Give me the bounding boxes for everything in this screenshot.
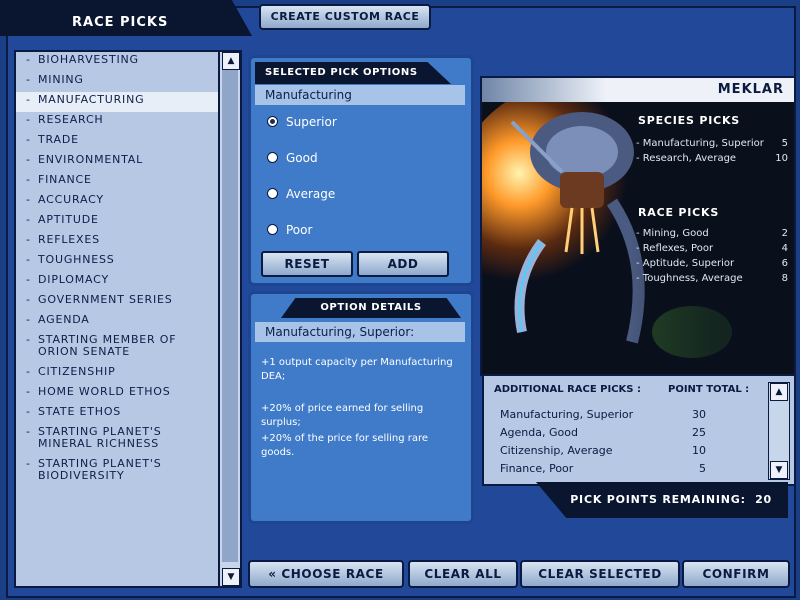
table-row[interactable]: Manufacturing, Superior 30	[500, 408, 706, 421]
list-item[interactable]: DIPLOMACY	[16, 272, 218, 292]
race-pick-value: 4	[781, 243, 788, 254]
option-details-title: Manufacturing, Superior:	[255, 322, 465, 342]
clear-selected-button[interactable]: CLEAR SELECTED	[520, 560, 680, 588]
race-pick-label: - Mining, Good	[636, 228, 709, 239]
remaining-label: PICK POINTS REMAINING:	[570, 493, 746, 506]
race-picks-list: BIOHARVESTING MINING MANUFACTURING RESEA…	[14, 50, 242, 588]
race-picks-items: BIOHARVESTING MINING MANUFACTURING RESEA…	[16, 52, 218, 586]
down-arrow-icon[interactable]: ▼	[770, 461, 788, 479]
list-item[interactable]: HOME WORLD ETHOS	[16, 384, 218, 404]
radio-selected-icon	[267, 116, 278, 127]
option-radio-superior[interactable]: Superior	[267, 115, 337, 129]
race-pick-label: - Reflexes, Poor	[636, 243, 714, 254]
species-pick-label: - Research, Average	[636, 153, 737, 164]
list-item[interactable]: CITIZENSHIP	[16, 364, 218, 384]
pick-points-remaining: PICK POINTS REMAINING: 20	[536, 482, 788, 518]
pick-points: 30	[692, 408, 706, 421]
up-arrow-icon[interactable]: ▲	[770, 383, 788, 401]
choose-race-button[interactable]: « CHOOSE RACE	[248, 560, 404, 588]
detail-line: +20% of the price for selling rare goods…	[261, 433, 429, 458]
species-pick-row: - Manufacturing, Superior 5	[636, 138, 788, 149]
detail-line: +1 output capacity per Manufacturing DEA…	[261, 357, 453, 382]
confirm-button[interactable]: CONFIRM	[682, 560, 790, 588]
race-pick-label: - Aptitude, Superior	[636, 258, 735, 269]
option-radio-good[interactable]: Good	[267, 151, 318, 165]
pick-label: Finance, Poor	[500, 462, 574, 475]
pick-points: 10	[692, 444, 706, 457]
additional-picks-col-header: ADDITIONAL RACE PICKS :	[494, 384, 641, 395]
race-pick-value: 2	[781, 228, 788, 239]
radio-icon	[267, 152, 278, 163]
list-item[interactable]: REFLEXES	[16, 232, 218, 252]
remaining-value: 20	[755, 493, 772, 506]
table-row[interactable]: Agenda, Good 25	[500, 426, 706, 439]
list-item[interactable]: TOUGHNESS	[16, 252, 218, 272]
option-label: Superior	[286, 115, 337, 129]
race-pick-row: - Aptitude, Superior 6	[636, 258, 788, 269]
create-custom-race-button[interactable]: CREATE CUSTOM RACE	[259, 4, 431, 30]
point-total-col-header: POINT TOTAL :	[668, 384, 750, 395]
species-picks-heading: SPECIES PICKS	[638, 114, 741, 127]
race-pick-row: - Mining, Good 2	[636, 228, 788, 239]
race-pick-row: - Toughness, Average 8	[636, 273, 788, 284]
pick-points: 25	[692, 426, 706, 439]
list-item[interactable]: GOVERNMENT SERIES	[16, 292, 218, 312]
list-item[interactable]: APTITUDE	[16, 212, 218, 232]
list-item[interactable]: STATE ETHOS	[16, 404, 218, 424]
list-item[interactable]: ACCURACY	[16, 192, 218, 212]
race-pick-value: 6	[781, 258, 788, 269]
species-pick-label: - Manufacturing, Superior	[636, 138, 764, 149]
race-pick-row: - Reflexes, Poor 4	[636, 243, 788, 254]
pick-points: 5	[699, 462, 706, 475]
table-row[interactable]: Citizenship, Average 10	[500, 444, 706, 457]
selected-pick-heading: SELECTED PICK OPTIONS	[255, 62, 451, 84]
option-label: Poor	[286, 223, 313, 237]
race-portrait-panel: MEKLAR SPECIES PICKS - Manufacturing, Su…	[480, 76, 796, 376]
list-item[interactable]: MINING	[16, 72, 218, 92]
list-item[interactable]: BIOHARVESTING	[16, 52, 218, 72]
pick-label: Manufacturing, Superior	[500, 408, 634, 421]
list-item[interactable]: STARTING PLANET'S MINERAL RICHNESS	[16, 424, 218, 456]
option-radio-poor[interactable]: Poor	[267, 223, 312, 237]
clear-all-button[interactable]: CLEAR ALL	[408, 560, 518, 588]
species-pick-row: - Research, Average 10	[636, 153, 788, 164]
list-item[interactable]: STARTING PLANET'S BIODIVERSITY	[16, 456, 218, 488]
selected-pick-name: Manufacturing	[255, 85, 465, 105]
page-title: RACE PICKS	[72, 15, 169, 30]
race-pick-value: 8	[781, 273, 788, 284]
list-item[interactable]: STARTING MEMBER OF ORION SENATE	[16, 332, 218, 364]
species-pick-value: 5	[781, 138, 788, 149]
additional-scrollbar[interactable]: ▲ ▼	[768, 382, 790, 480]
additional-race-picks-panel: ADDITIONAL RACE PICKS : POINT TOTAL : Ma…	[482, 374, 796, 486]
pick-label: Citizenship, Average	[500, 444, 613, 457]
race-pick-label: - Toughness, Average	[636, 273, 743, 284]
up-arrow-icon[interactable]: ▲	[222, 52, 240, 70]
list-item[interactable]: FINANCE	[16, 172, 218, 192]
selected-pick-options-panel: SELECTED PICK OPTIONS Manufacturing Supe…	[248, 55, 474, 286]
option-details-heading: OPTION DETAILS	[281, 298, 461, 318]
option-label: Average	[286, 187, 336, 201]
option-radio-average[interactable]: Average	[267, 187, 335, 201]
down-arrow-icon[interactable]: ▼	[222, 568, 240, 586]
list-item[interactable]: AGENDA	[16, 312, 218, 332]
list-item[interactable]: ENVIRONMENTAL	[16, 152, 218, 172]
list-scrollbar[interactable]: ▲ ▼	[218, 52, 240, 586]
add-button[interactable]: ADD	[357, 251, 449, 277]
radio-icon	[267, 224, 278, 235]
race-name: MEKLAR	[482, 78, 794, 102]
reset-button[interactable]: RESET	[261, 251, 353, 277]
race-picks-heading: RACE PICKS	[638, 206, 720, 219]
list-item-selected[interactable]: MANUFACTURING	[16, 92, 218, 112]
option-label: Good	[286, 151, 318, 165]
list-item[interactable]: RESEARCH	[16, 112, 218, 132]
table-row[interactable]: Finance, Poor 5	[500, 462, 706, 475]
radio-icon	[267, 188, 278, 199]
species-pick-value: 10	[775, 153, 788, 164]
detail-line: +20% of price earned for selling surplus…	[261, 403, 424, 428]
list-item[interactable]: TRADE	[16, 132, 218, 152]
option-details-panel: OPTION DETAILS Manufacturing, Superior: …	[248, 291, 474, 524]
pick-label: Agenda, Good	[500, 426, 578, 439]
scrollbar-thumb[interactable]	[222, 70, 238, 562]
